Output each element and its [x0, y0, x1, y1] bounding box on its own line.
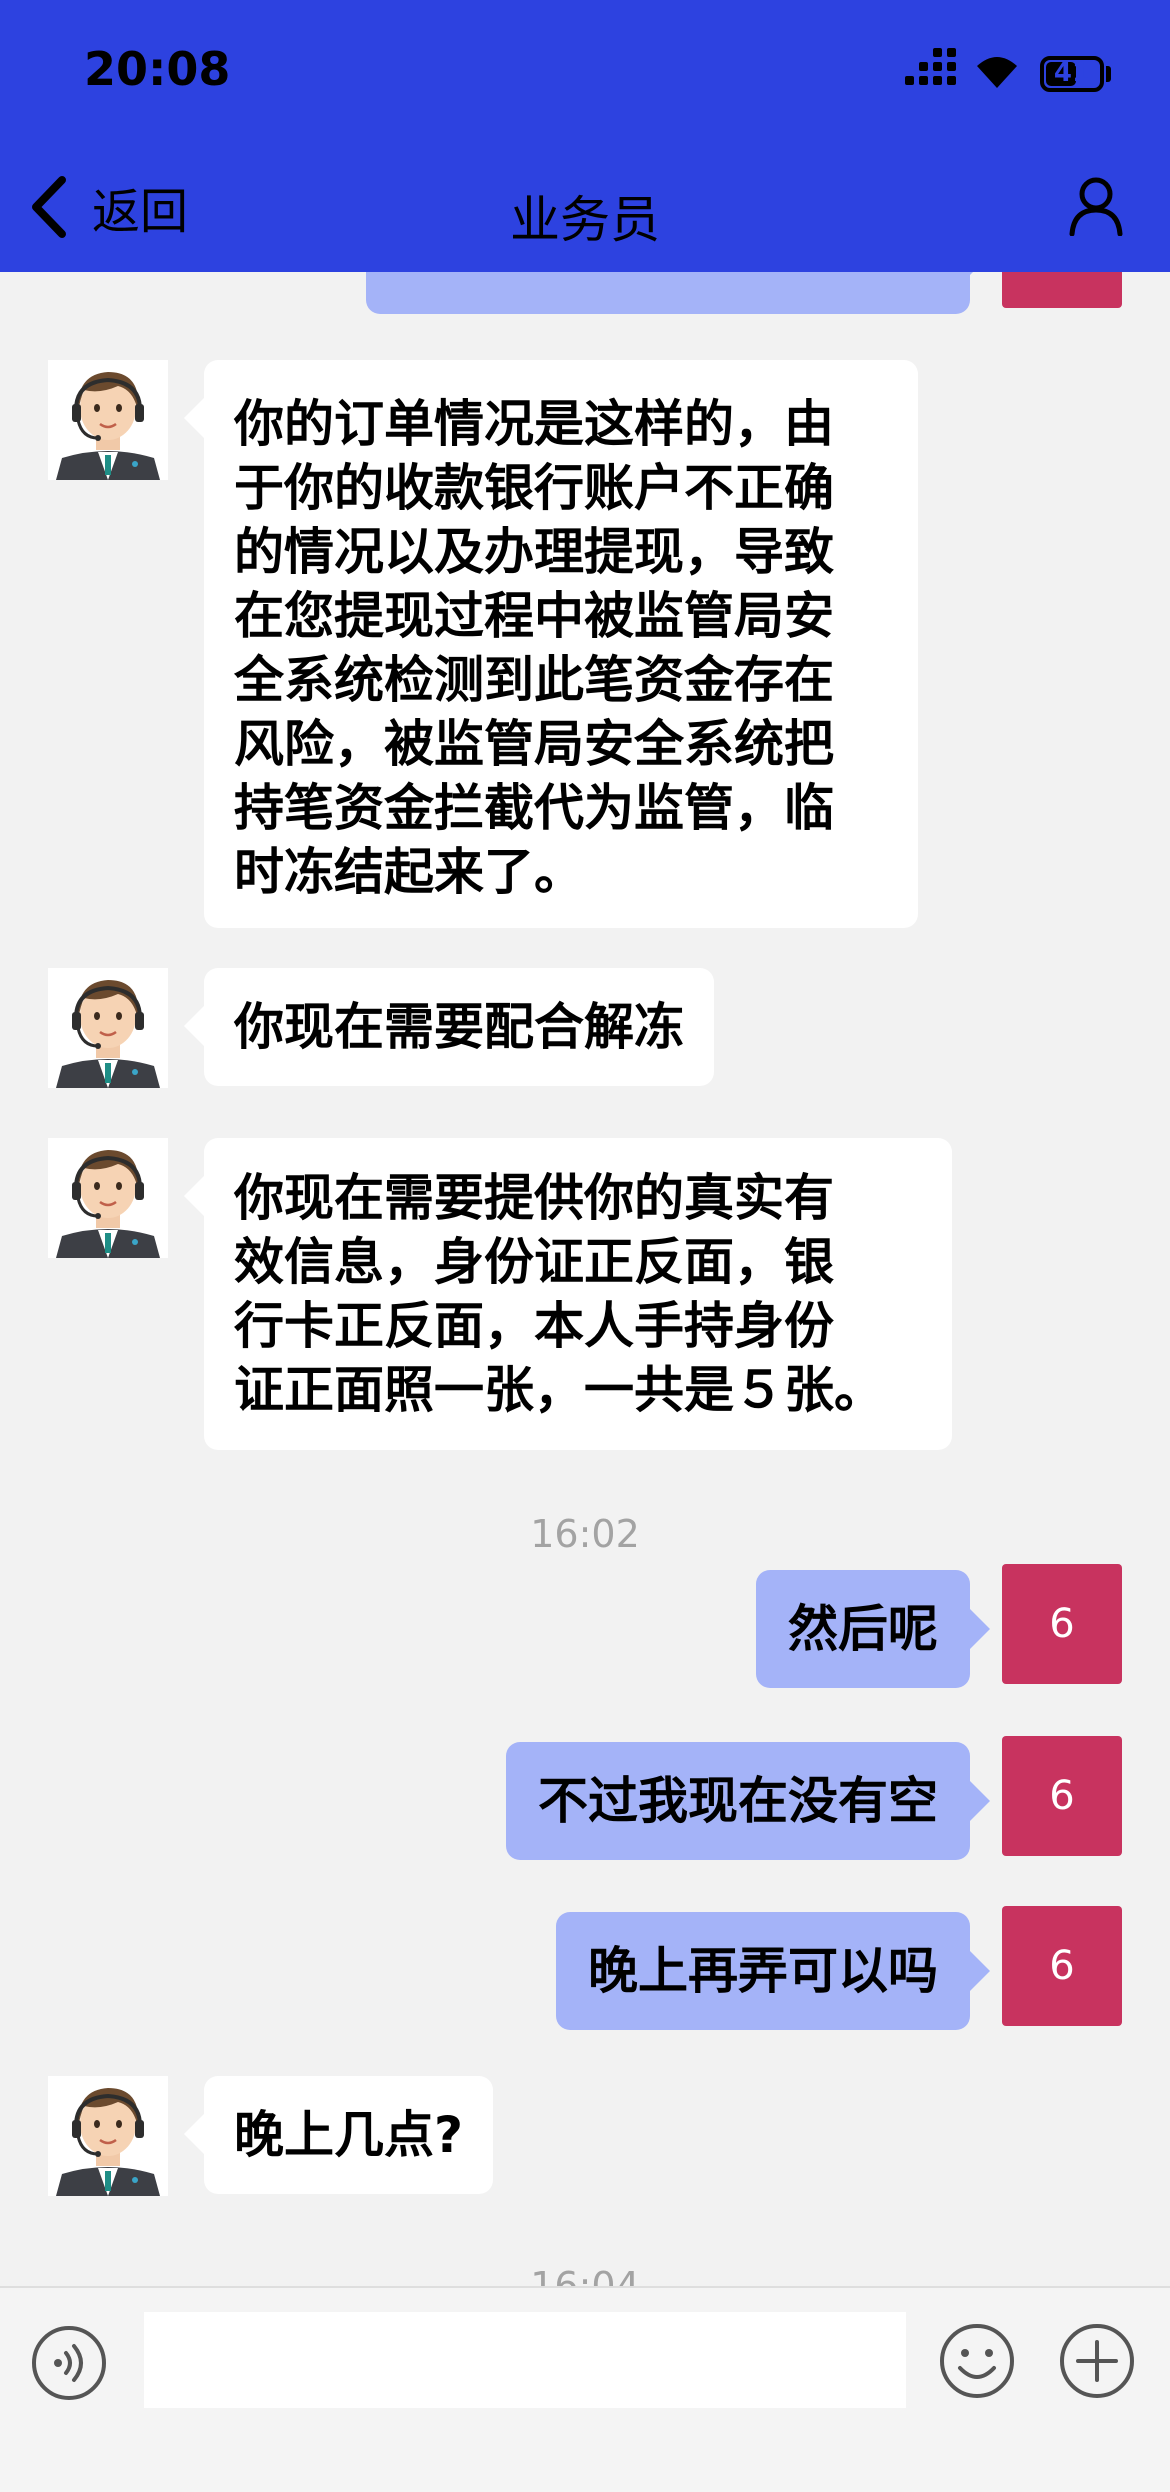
agent-avatar-icon [48, 968, 168, 1088]
sent-message-bubble[interactable]: 晚上再弄可以吗 [556, 1912, 990, 2030]
agent-avatar[interactable] [48, 1138, 168, 1258]
message-list[interactable]: 你的订单情况是这样的，由 于你的收款银行账户不正确 的情况以及办理提现，导致 在… [0, 0, 1170, 2290]
received-message-bubble[interactable]: 你现在需要提供你的真实有 效信息，身份证正反面，银 行卡正反面，本人手持身份 证… [184, 1138, 952, 1450]
battery-tip [1106, 66, 1111, 82]
chat-input-bar [0, 2286, 1170, 2428]
user-profile-icon[interactable] [1068, 176, 1124, 236]
received-message-bubble[interactable]: 你的订单情况是这样的，由 于你的收款银行账户不正确 的情况以及办理提现，导致 在… [184, 360, 918, 928]
sent-message-bubble[interactable]: 不过我现在没有空 [506, 1742, 990, 1860]
signal-icon [905, 48, 957, 92]
battery-level: 41 [1053, 58, 1091, 88]
agent-avatar[interactable] [48, 2076, 168, 2196]
message-timestamp: 16:02 [530, 1512, 640, 1556]
top-bar: 20:08 41 返回 业务员 [0, 0, 1170, 272]
message-input[interactable] [144, 2312, 906, 2408]
agent-avatar-icon [48, 360, 168, 480]
agent-avatar-icon [48, 1138, 168, 1258]
emoji-icon[interactable] [938, 2322, 1016, 2400]
agent-avatar[interactable] [48, 360, 168, 480]
sender-avatar[interactable]: 6 [1002, 1906, 1122, 2026]
wifi-icon [977, 57, 1017, 88]
page-title: 业务员 [510, 191, 660, 249]
agent-avatar-icon [48, 2076, 168, 2196]
voice-icon[interactable] [30, 2324, 108, 2402]
status-time: 20:08 [84, 42, 231, 96]
sent-message-bubble[interactable]: 然后呢 [756, 1570, 990, 1688]
agent-avatar[interactable] [48, 968, 168, 1088]
add-attachment-icon[interactable] [1058, 2322, 1136, 2400]
received-message-bubble[interactable]: 你现在需要配合解冻 [184, 968, 714, 1086]
battery-icon: 41 [1040, 56, 1104, 92]
bottom-safe-area [0, 2426, 1170, 2492]
received-message-bubble[interactable]: 晚上几点? [183, 2076, 494, 2194]
sender-avatar[interactable]: 6 [1002, 1564, 1122, 1684]
sender-avatar[interactable]: 6 [1002, 1736, 1122, 1856]
